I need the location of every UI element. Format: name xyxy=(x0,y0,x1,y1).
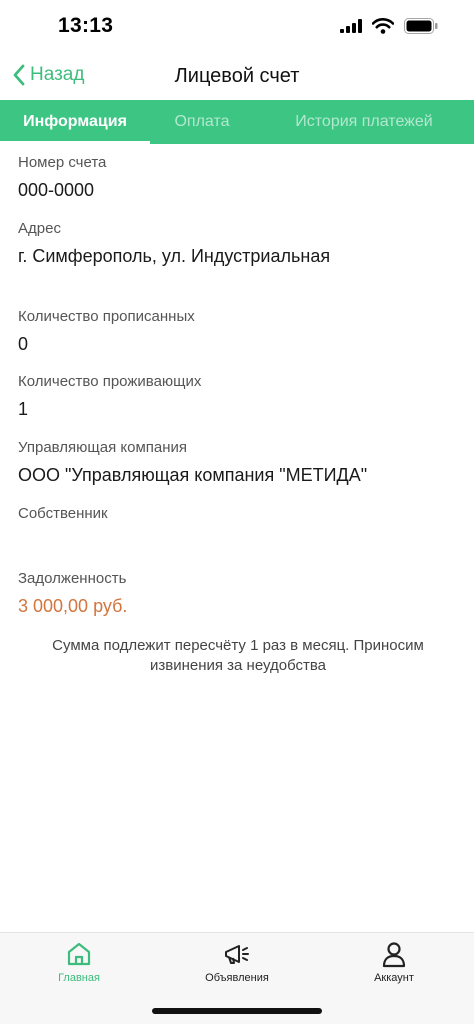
management-company-label: Управляющая компания xyxy=(18,439,188,456)
tab-bar-announcements[interactable]: Объявления xyxy=(177,939,297,984)
home-indicator[interactable] xyxy=(152,1008,322,1014)
registered-count-value: 0 xyxy=(18,334,29,354)
home-icon xyxy=(67,942,91,966)
navigation-bar: Назад Лицевой счет xyxy=(0,56,474,100)
tab-bar-home-label: Главная xyxy=(58,972,100,984)
tab-info[interactable]: Информация xyxy=(0,100,150,144)
registered-count-label: Количество прописанных xyxy=(18,308,195,325)
debt-value: 3 000,00 руб. xyxy=(18,596,128,616)
management-company-value: ООО "Управляющая компания "МЕТИДА" xyxy=(18,465,368,485)
tab-payment[interactable]: Оплата xyxy=(150,100,254,144)
status-bar: 13:13 xyxy=(0,0,474,56)
tab-bar-announcements-label: Объявления xyxy=(205,972,269,984)
tab-strip: Информация Оплата История платежей xyxy=(0,100,474,144)
page-title: Лицевой счет xyxy=(174,65,300,87)
account-number-label: Номер счета xyxy=(18,154,107,171)
owner-label: Собственник xyxy=(18,505,108,522)
address-label: Адрес xyxy=(18,220,61,237)
address-value: г. Симферополь, ул. Индустриальная xyxy=(18,246,331,266)
tab-payment-history[interactable]: История платежей xyxy=(254,100,474,144)
residents-count-label: Количество проживающих xyxy=(18,373,202,390)
person-icon xyxy=(382,942,406,968)
wifi-icon xyxy=(372,18,394,34)
account-number-value: 000-0000 xyxy=(18,180,95,200)
battery-icon xyxy=(404,18,438,34)
cellular-signal-icon xyxy=(340,19,362,33)
account-screen: 13:13 Назад Лицевой счет Информация Опла… xyxy=(0,0,474,1024)
tab-bar-account[interactable]: Аккаунт xyxy=(334,939,454,984)
megaphone-icon xyxy=(225,945,249,964)
tab-bar-account-label: Аккаунт xyxy=(374,972,414,984)
recalculation-notice: Сумма подлежит пересчёту 1 раз в месяц. … xyxy=(52,637,424,674)
status-time: 13:13 xyxy=(58,14,114,37)
residents-count-value: 1 xyxy=(18,399,29,419)
status-icons xyxy=(340,18,438,34)
tab-bar-home[interactable]: Главная xyxy=(19,939,139,984)
debt-label: Задолженность xyxy=(18,570,127,587)
